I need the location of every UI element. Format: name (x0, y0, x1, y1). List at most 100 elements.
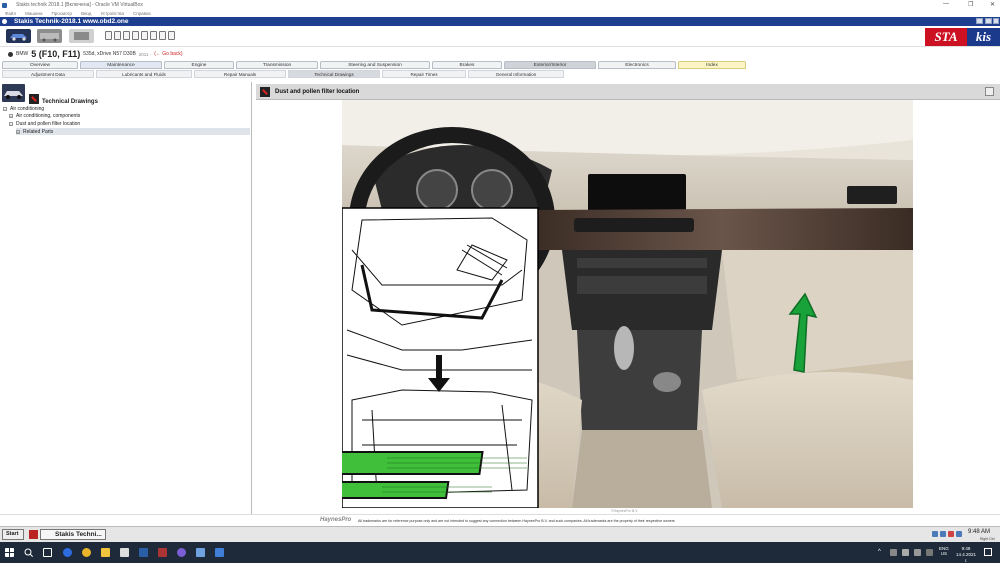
vbox-title-text: Stakis technik 2018.1 [Включена] - Oracl… (16, 2, 143, 8)
subtab-general-information[interactable]: General Information (468, 70, 564, 78)
vbox-menu-view[interactable]: Просмотр (52, 11, 73, 16)
help-icon[interactable] (168, 31, 175, 40)
subtab-repair-manuals[interactable]: Repair Manuals (194, 70, 286, 78)
chrome-icon[interactable] (82, 548, 91, 557)
car-thumbnail-icon (2, 84, 25, 102)
content-header: Dust and pollen filter location (256, 84, 1000, 100)
tab-maintenance[interactable]: Maintenance (80, 61, 162, 69)
app-title-text: Stakis Technik-2018.1 www.obd2.one (14, 18, 129, 25)
tree-item-label: Air conditioning (10, 106, 45, 112)
tab-steering-suspension[interactable]: Steering and Suspension (320, 61, 430, 69)
minus-box-icon[interactable]: – (3, 106, 7, 111)
vehicle-engine: 535d, xDrive N57 D30B (83, 51, 136, 57)
go-back-link[interactable]: (← Go back) (154, 51, 182, 57)
tab-index[interactable]: Index (678, 61, 746, 69)
tree-item-ac-components[interactable]: + Air conditioning, components (9, 113, 80, 119)
volume-icon[interactable] (914, 549, 921, 556)
stakis-task-button[interactable]: Stakis Techni... (40, 529, 106, 540)
tool-4-icon[interactable] (132, 31, 139, 40)
print-icon[interactable] (985, 87, 994, 96)
truck-select-icon[interactable] (37, 29, 62, 43)
viber-icon[interactable] (177, 548, 186, 557)
tray-icon-4[interactable] (956, 531, 962, 537)
vbox-menu-machine[interactable]: Машина (25, 11, 42, 16)
clock-date: 14.4.2021 г. (955, 552, 977, 563)
footer-bar: HaynesPro All trademarks are for referen… (0, 514, 1000, 526)
tab-brakes[interactable]: Brakes (432, 61, 502, 69)
tool-5-icon[interactable] (141, 31, 148, 40)
tree-item-air-conditioning[interactable]: – Air conditioning (3, 106, 44, 112)
vehicle-year: 2011 - (138, 51, 152, 57)
minus-box-icon[interactable]: – (9, 121, 13, 126)
app-icon-7[interactable] (158, 548, 167, 557)
plus-box-icon[interactable]: + (16, 129, 20, 134)
tray-icon-1[interactable] (932, 531, 938, 537)
nav-header: Technical Drawings (2, 84, 252, 106)
vbox-menu-devices[interactable]: Устройства (100, 11, 124, 16)
app-maximize-icon[interactable] (985, 18, 992, 24)
app-icon-6[interactable] (139, 548, 148, 557)
vbox-menu-file[interactable]: Файл (5, 11, 16, 16)
tab-exterior-interior[interactable]: Exterior/Interior (504, 61, 596, 69)
haynes-logo: HaynesPro (320, 517, 352, 523)
car-select-icon[interactable] (6, 29, 31, 43)
tab-engine[interactable]: Engine (164, 61, 234, 69)
start-button[interactable]: Start (2, 529, 24, 540)
close-icon[interactable]: ✕ (990, 1, 995, 8)
app-icon-10[interactable] (215, 548, 224, 557)
subtab-adjustment-data[interactable]: Adjustment Data (2, 70, 94, 78)
windows-start-icon[interactable] (5, 548, 14, 557)
logo-left: STA (925, 28, 967, 46)
minimize-icon[interactable]: — (943, 1, 949, 7)
restore-icon[interactable]: ❐ (968, 1, 973, 8)
app-close-icon[interactable] (993, 18, 999, 24)
search-icon[interactable] (24, 548, 33, 557)
file-explorer-icon[interactable] (101, 548, 110, 557)
host-key-label: Right Ctrl (980, 537, 995, 541)
subtab-lubricants-fluids[interactable]: Lubricants and Fluids (96, 70, 192, 78)
tree-item-dust-pollen-filter[interactable]: – Dust and pollen filter location (9, 121, 80, 127)
tool-7-icon[interactable] (159, 31, 166, 40)
network-icon[interactable] (890, 549, 897, 556)
notification-icon[interactable] (984, 548, 992, 556)
windows-taskbar: ^ ENG US 9:48 14.4.2021 г. (0, 542, 1000, 563)
subtab-technical-drawings[interactable]: Technical Drawings (288, 70, 380, 78)
toolbar (0, 26, 1000, 47)
battery-icon[interactable] (902, 549, 909, 556)
task-view-icon[interactable] (43, 548, 52, 557)
drawing-icon (260, 87, 270, 97)
vbox-icon (2, 2, 7, 8)
subtab-repair-times[interactable]: Repair Times (382, 70, 466, 78)
logo-right: kis (967, 28, 1000, 46)
main-tabs: Overview Maintenance Engine Transmission… (0, 61, 1000, 69)
tree-item-related-parts[interactable]: + Related Parts (16, 129, 53, 135)
tab-overview[interactable]: Overview (2, 61, 78, 69)
keyboard-icon[interactable] (926, 549, 933, 556)
plus-box-icon[interactable]: + (9, 113, 13, 118)
edge-icon[interactable] (63, 548, 72, 557)
tray-icon-2[interactable] (940, 531, 946, 537)
vbox-menu-help[interactable]: Справка (133, 11, 151, 16)
vbox-menu-input[interactable]: Ввод (81, 11, 91, 16)
vehicle-info: BMW 5 (F10, F11) 535d, xDrive N57 D30B 2… (0, 48, 1000, 60)
tab-electronics[interactable]: Electronics (598, 61, 676, 69)
app-minimize-icon[interactable] (976, 18, 983, 24)
tool-3-icon[interactable] (123, 31, 130, 40)
app-icon (2, 19, 7, 24)
tab-transmission[interactable]: Transmission (236, 61, 318, 69)
tool-1-icon[interactable] (105, 31, 112, 40)
tree-item-label: Related Parts (23, 129, 54, 135)
van-select-icon[interactable] (69, 29, 94, 43)
calculator-icon[interactable] (120, 548, 129, 557)
language-indicator[interactable]: ENG US (939, 546, 949, 556)
system-clock[interactable]: 9:48 14.4.2021 г. (955, 546, 977, 563)
virtualbox-icon[interactable] (196, 548, 205, 557)
tree-item-label: Air conditioning, components (16, 113, 81, 119)
navigation-panel: Technical Drawings (0, 82, 252, 514)
tray-icon-3[interactable] (948, 531, 954, 537)
tool-6-icon[interactable] (150, 31, 157, 40)
tool-2-icon[interactable] (114, 31, 121, 40)
tray-overflow-icon[interactable]: ^ (878, 549, 881, 555)
vehicle-model: 5 (F10, F11) (31, 49, 81, 59)
figure-credit: ©HaynesPro B.V. (611, 509, 639, 513)
